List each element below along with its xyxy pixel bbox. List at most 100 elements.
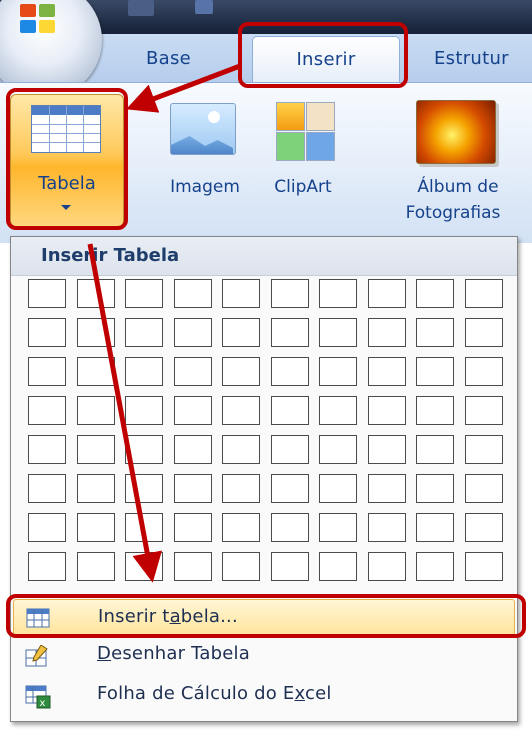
table-grid-cell[interactable] — [319, 552, 357, 581]
table-grid-cell[interactable] — [270, 513, 309, 542]
quick-access-save-icon[interactable] — [128, 0, 154, 16]
table-grid-cell[interactable] — [464, 552, 503, 581]
table-grid-cell[interactable] — [367, 552, 406, 581]
table-grid-cell[interactable] — [367, 474, 406, 503]
table-grid-cell[interactable] — [222, 435, 260, 464]
excel-spreadsheet-label: Folha de Cálculo do Excel — [97, 683, 332, 704]
clipart-label[interactable]: ClipArt — [258, 176, 348, 198]
table-grid-cell[interactable] — [28, 435, 66, 464]
table-grid-cell[interactable] — [464, 396, 503, 425]
table-grid-cell[interactable] — [76, 396, 115, 425]
table-grid-cell[interactable] — [270, 396, 309, 425]
table-grid-cell[interactable] — [416, 318, 454, 347]
imagem-label[interactable]: Imagem — [150, 176, 260, 198]
table-grid-cell[interactable] — [173, 435, 212, 464]
tab-estrutura[interactable]: Estrutur — [434, 34, 509, 82]
table-grid-cell[interactable] — [464, 279, 503, 308]
table-grid-cell[interactable] — [76, 357, 115, 386]
annotation-box-tabela-button — [6, 88, 128, 230]
table-grid-cell[interactable] — [464, 474, 503, 503]
table-grid-cell[interactable] — [464, 513, 503, 542]
table-grid-cell[interactable] — [222, 552, 260, 581]
table-grid-cell[interactable] — [173, 513, 212, 542]
table-grid-cell[interactable] — [173, 279, 212, 308]
table-grid-cell[interactable] — [319, 357, 357, 386]
excel-spreadsheet-menu-item[interactable]: x Folha de Cálculo do Excel — [13, 677, 513, 713]
table-grid-cell[interactable] — [416, 279, 454, 308]
table-grid-cell[interactable] — [28, 357, 66, 386]
table-grid-cell[interactable] — [416, 474, 454, 503]
table-grid-cell[interactable] — [416, 552, 454, 581]
table-grid-cell[interactable] — [367, 513, 406, 542]
clipart-icon[interactable] — [276, 102, 335, 161]
table-grid-cell[interactable] — [270, 435, 309, 464]
table-grid-cell[interactable] — [125, 279, 163, 308]
quick-access-undo-icon[interactable] — [195, 0, 213, 14]
photo-album-icon[interactable] — [416, 100, 496, 164]
table-grid-cell[interactable] — [367, 435, 406, 464]
table-grid-cell[interactable] — [28, 513, 66, 542]
table-grid-cell[interactable] — [173, 357, 212, 386]
table-grid-cell[interactable] — [222, 357, 260, 386]
table-grid-cell[interactable] — [319, 396, 357, 425]
table-grid-cell[interactable] — [270, 552, 309, 581]
draw-table-menu-item[interactable]: Desenhar Tabela — [13, 637, 513, 673]
table-grid-cell[interactable] — [76, 552, 115, 581]
table-grid-cell[interactable] — [367, 396, 406, 425]
table-grid-cell[interactable] — [28, 396, 66, 425]
album-label-line2[interactable]: Fotografias — [374, 202, 532, 224]
table-grid-cell[interactable] — [319, 474, 357, 503]
table-grid-cell[interactable] — [464, 435, 503, 464]
annotation-box-insert-table-item — [6, 594, 526, 638]
table-grid-cell[interactable] — [76, 279, 115, 308]
table-grid-cell[interactable] — [222, 279, 260, 308]
table-grid-cell[interactable] — [125, 474, 163, 503]
table-grid-cell[interactable] — [76, 318, 115, 347]
table-grid-cell[interactable] — [319, 513, 357, 542]
table-grid-cell[interactable] — [416, 396, 454, 425]
table-grid-cell[interactable] — [319, 318, 357, 347]
tab-base[interactable]: Base — [146, 34, 191, 82]
table-grid-cell[interactable] — [173, 396, 212, 425]
table-grid-cell[interactable] — [270, 474, 309, 503]
table-grid-cell[interactable] — [76, 513, 115, 542]
table-grid-cell[interactable] — [367, 279, 406, 308]
table-grid-cell[interactable] — [173, 474, 212, 503]
table-grid-cell[interactable] — [28, 279, 66, 308]
table-grid-cell[interactable] — [125, 357, 163, 386]
table-grid-cell[interactable] — [173, 552, 212, 581]
table-grid-cell[interactable] — [416, 435, 454, 464]
table-grid-cell[interactable] — [125, 552, 163, 581]
table-grid-cell[interactable] — [464, 318, 503, 347]
picture-icon[interactable] — [170, 103, 236, 155]
table-grid-cell[interactable] — [173, 318, 212, 347]
table-grid-cell[interactable] — [222, 513, 260, 542]
table-grid-cell[interactable] — [416, 513, 454, 542]
table-grid-cell[interactable] — [28, 552, 66, 581]
table-grid-cell[interactable] — [125, 318, 163, 347]
table-grid-cell[interactable] — [270, 318, 309, 347]
table-grid-cell[interactable] — [125, 435, 163, 464]
table-grid-cell[interactable] — [222, 474, 260, 503]
table-grid-cell[interactable] — [125, 513, 163, 542]
table-grid-cell[interactable] — [76, 435, 115, 464]
table-grid-cell[interactable] — [464, 357, 503, 386]
table-grid-cell[interactable] — [416, 357, 454, 386]
table-grid-cell[interactable] — [222, 396, 260, 425]
table-grid-cell[interactable] — [270, 279, 309, 308]
draw-table-pencil-icon — [25, 644, 49, 667]
album-label-line1[interactable]: Álbum de — [384, 176, 532, 198]
table-grid-cell[interactable] — [319, 279, 357, 308]
table-grid-cell[interactable] — [28, 318, 66, 347]
table-grid-cell[interactable] — [28, 474, 66, 503]
insert-table-dropdown: Inserir Tabela Inserir tabela... Desenha… — [10, 236, 518, 722]
table-grid-cell[interactable] — [222, 318, 260, 347]
table-grid-cell[interactable] — [270, 357, 309, 386]
table-grid-cell[interactable] — [76, 474, 115, 503]
dropdown-title: Inserir Tabela — [41, 245, 180, 266]
table-grid-cell[interactable] — [367, 357, 406, 386]
table-grid-cell[interactable] — [319, 435, 357, 464]
table-grid-cell[interactable] — [367, 318, 406, 347]
excel-sheet-icon: x — [25, 685, 51, 709]
table-grid-cell[interactable] — [125, 396, 163, 425]
